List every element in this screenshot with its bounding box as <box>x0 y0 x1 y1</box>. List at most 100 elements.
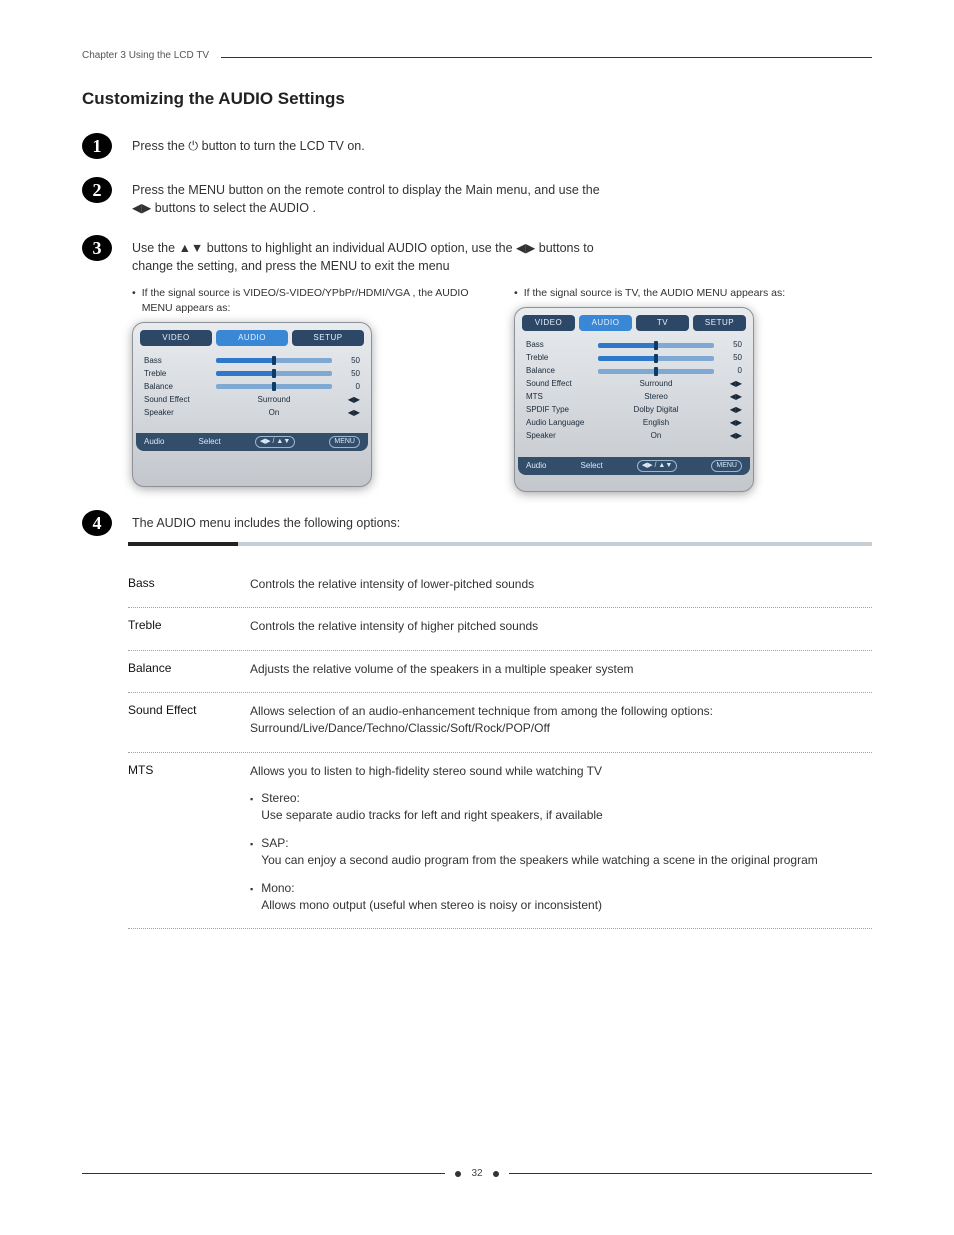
osd-row-value: Stereo <box>598 391 714 403</box>
osd-row-number: 50 <box>720 339 742 351</box>
s3menu: MENU <box>320 259 357 273</box>
osd-row-label: Sound Effect <box>526 378 592 390</box>
osd-tab: SETUP <box>693 315 746 331</box>
osd-row-label: SPDIF Type <box>526 404 592 416</box>
s3b: buttons to highlight an individual AUDIO… <box>207 241 516 255</box>
osd-row-label: Balance <box>526 365 592 377</box>
osd-row: Bass 50 <box>526 339 742 352</box>
option-name: Balance <box>128 661 224 678</box>
osd-row-value <box>598 369 714 374</box>
osd-row-value <box>216 384 332 389</box>
osd-row: Sound EffectSurround◀▶ <box>526 378 742 391</box>
step1-pre: Press the <box>132 139 188 153</box>
osd-row-label: Audio Language <box>526 417 592 429</box>
lr-arrow-icon: ◀▶ <box>720 391 742 403</box>
osd-row-number: 0 <box>338 381 360 393</box>
lr-arrow-icon: ◀▶ <box>338 407 360 419</box>
option-name: Bass <box>128 576 224 593</box>
chapter-heading: Chapter 3 Using the LCD TV <box>82 50 872 61</box>
option-name: Sound Effect <box>128 703 224 738</box>
osd-row-label: Speaker <box>144 407 210 419</box>
option-row: Bass Controls the relative intensity of l… <box>128 566 872 608</box>
osd-row-value: On <box>216 407 332 419</box>
osd-row-label: Speaker <box>526 430 592 442</box>
s3e: to exit the menu <box>361 259 450 273</box>
s2b: button on the remote control to display … <box>229 183 600 197</box>
mts-subitem-head: Stereo: <box>261 790 872 807</box>
osd-row: SPDIF TypeDolby Digital◀▶ <box>526 404 742 417</box>
osd-panel-left: VIDEOAUDIOSETUP Bass50Treble50Balance0So… <box>132 322 372 487</box>
options-table: Bass Controls the relative intensity of l… <box>128 566 872 753</box>
step-badge-3: 3 <box>82 235 112 261</box>
osd-tab: AUDIO <box>216 330 288 346</box>
osd-row-value <box>598 356 714 361</box>
lr-icon: ◀▶ <box>132 201 151 215</box>
option-row-mts: MTS Allows you to listen to high-fidelit… <box>128 753 872 930</box>
osd-row-number: 50 <box>338 355 360 367</box>
osdl-menu: MENU <box>329 436 360 448</box>
osd-row: Balance0 <box>144 380 360 393</box>
osd-row-value: Surround <box>598 378 714 390</box>
s2d: buttons to select the <box>155 201 270 215</box>
osd-row-label: MTS <box>526 391 592 403</box>
osd-row-value <box>598 343 714 348</box>
osdr-cat: Audio <box>526 460 546 472</box>
osd-row: Balance 0 <box>526 365 742 378</box>
osd-tab: AUDIO <box>579 315 632 331</box>
osd-row-label: Bass <box>526 339 592 351</box>
page-title: Customizing the AUDIO Settings <box>82 89 872 109</box>
osd-row: Bass50 <box>144 354 360 367</box>
osd-row-value <box>216 371 332 376</box>
nl-a: If the signal source is <box>142 287 244 299</box>
osd-row-value: Dolby Digital <box>598 404 714 416</box>
osd-row-label: Treble <box>526 352 592 364</box>
option-desc: Controls the relative intensity of lower… <box>250 576 872 593</box>
osd-panel-right: VIDEOAUDIOTVSETUP Bass50Treble50Balance0… <box>514 307 754 492</box>
opt-intro-text: The AUDIO menu includes the following op… <box>132 514 872 532</box>
osd-tab: VIDEO <box>140 330 212 346</box>
option-desc: Controls the relative intensity of highe… <box>250 618 872 635</box>
osd-tab: SETUP <box>292 330 364 346</box>
step1-post: button to turn the LCD TV on. <box>202 139 365 153</box>
s2audio: AUDIO <box>269 201 309 215</box>
mts-subitem: Stereo:Use separate audio tracks for lef… <box>250 790 872 825</box>
nl-src: VIDEO/S-VIDEO/YPbPr/HDMI/VGA <box>243 287 409 299</box>
option-row: Treble Controls the relative intensity of… <box>128 608 872 650</box>
osd-tab: VIDEO <box>522 315 575 331</box>
mts-subitem: SAP:You can enjoy a second audio program… <box>250 835 872 870</box>
option-row: Balance Adjusts the relative volume of th… <box>128 651 872 693</box>
mts-subitem-head: Mono: <box>261 880 872 897</box>
lr-arrow-icon: ◀▶ <box>338 394 360 406</box>
option-desc: Adjusts the relative volume of the speak… <box>250 661 872 678</box>
mts-subitem-body: Use separate audio tracks for left and r… <box>261 808 603 822</box>
osd-row-label: Sound Effect <box>144 394 210 406</box>
chapter-text: Chapter 3 Using the LCD TV <box>82 50 209 61</box>
note-right: If the signal source is TV, the AUDIO ME… <box>514 286 872 492</box>
osdl-cat: Audio <box>144 436 164 448</box>
osd-row: Speaker On ◀▶ <box>144 406 360 419</box>
ud-icon: ▲▼ <box>179 241 204 255</box>
lr-arrow-icon: ◀▶ <box>720 417 742 429</box>
osd-row-number: 0 <box>720 365 742 377</box>
step-1: 1 Press the ⏻ button to turn the LCD TV … <box>82 133 872 159</box>
osdr-nav: ◀▶ / ▲▼ <box>637 460 677 472</box>
power-icon: ⏻ <box>188 139 198 153</box>
nr-a: If the signal source is TV, the AUDIO ME… <box>524 286 785 301</box>
lr-icon-2: ◀▶ <box>516 241 535 255</box>
s3d: change the setting, and press the <box>132 259 320 273</box>
page-footer: 32 <box>82 1168 872 1179</box>
lr-arrow-icon: ◀▶ <box>720 430 742 442</box>
osd-row: MTS Stereo ◀▶ <box>526 391 742 404</box>
mts-subitem-head: SAP: <box>261 835 872 852</box>
osd-row-value: English <box>598 417 714 429</box>
osd-row-value: Surround <box>216 394 332 406</box>
osd-row: Treble50 <box>526 352 742 365</box>
option-name: Treble <box>128 618 224 635</box>
osd-row-value: On <box>598 430 714 442</box>
mts-subitem: Mono:Allows mono output (useful when ste… <box>250 880 872 915</box>
option-desc: Allows selection of an audio-enhancement… <box>250 703 872 738</box>
option-row: Sound Effect Allows selection of an audio… <box>128 693 872 753</box>
mts-subitem-body: Allows mono output (useful when stereo i… <box>261 898 602 912</box>
header-rule <box>221 57 872 58</box>
osd-row-value <box>216 358 332 363</box>
